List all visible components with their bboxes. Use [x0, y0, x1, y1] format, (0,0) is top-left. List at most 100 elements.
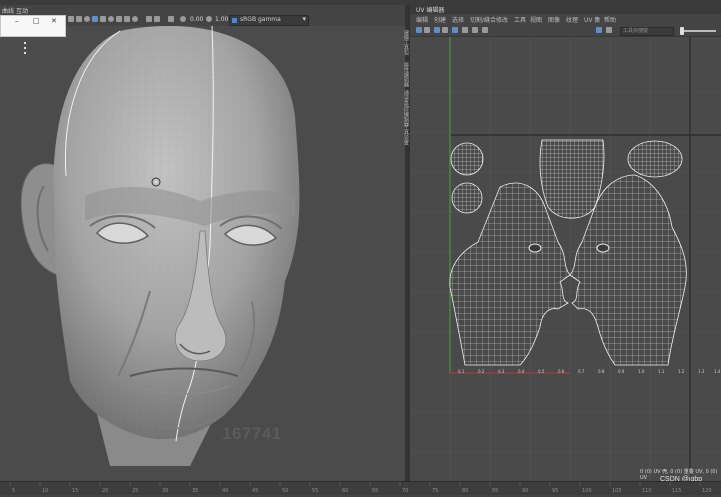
side-tabs: 建模工具包 属性编辑器 通道盒/层编辑器 工具设置 — [401, 30, 410, 150]
timeline-label: 75 — [432, 488, 439, 494]
timeline-label: 25 — [132, 488, 139, 494]
tab-tool-settings[interactable]: 工具设置 — [401, 125, 410, 145]
tab-modeling-toolkit[interactable]: 建模工具包 — [401, 30, 410, 55]
timeline-label: 30 — [162, 488, 169, 494]
resolution-gate-icon[interactable] — [146, 16, 152, 22]
uv-axis-labels: 0.1 0.2 0.3 0.4 0.5 0.6 0.7 0.8 0.9 1.0 … — [448, 369, 720, 377]
timeline-label: 105 — [612, 488, 622, 494]
uv-axis-label: 0.6 — [558, 369, 565, 374]
uv-axis-label: 0.5 — [538, 369, 545, 374]
uv-tool-search-field[interactable]: 工具快捷键 — [620, 27, 674, 36]
uv-axis-label: 0.3 — [498, 369, 505, 374]
uv-axis-label: 0.4 — [518, 369, 525, 374]
uv-checker-icon[interactable] — [442, 27, 448, 33]
perspective-viewport[interactable]: 167741 — [0, 26, 405, 481]
chevron-down-icon: ▾ — [302, 15, 306, 23]
uv-menu-bar: 编辑 创建 选择 切割/缝合 修改 工具 视图 图像 纹理 UV 集 帮助 — [410, 14, 721, 24]
timeline-label: 45 — [252, 488, 259, 494]
timeline-label: 115 — [672, 488, 682, 494]
color-space-label: sRGB gamma — [240, 16, 281, 23]
timeline-label: 55 — [312, 488, 319, 494]
timeline-label: 85 — [492, 488, 499, 494]
head-model — [20, 26, 300, 466]
menu-item-curves[interactable]: 曲线 — [2, 6, 14, 15]
uv-menu-select[interactable]: 选择 — [452, 15, 464, 24]
uv-toolbar — [410, 24, 721, 37]
exposure-field[interactable]: 0.00 — [190, 16, 203, 23]
uv-menu-image[interactable]: 图像 — [548, 15, 560, 24]
uv-axis-label: 1.3 — [698, 369, 705, 374]
uv-shaded-icon[interactable] — [434, 27, 440, 33]
color-space-dropdown[interactable]: sRGB gamma ▾ — [229, 15, 309, 26]
maximize-button[interactable]: □ — [33, 17, 40, 25]
isolate-icon[interactable] — [132, 16, 138, 22]
camera-icon[interactable] — [76, 16, 82, 22]
wireframe-icon[interactable] — [84, 16, 90, 22]
menu-item-interaction[interactable]: 互动 — [16, 6, 28, 15]
uv-menu-create[interactable]: 创建 — [434, 15, 446, 24]
uv-menu-cut-sew[interactable]: 切割/缝合 — [470, 15, 496, 24]
timeline-label: 95 — [552, 488, 559, 494]
uv-editor-canvas[interactable]: 0.1 0.2 0.3 0.4 0.5 0.6 0.7 0.8 0.9 1.0 … — [410, 37, 721, 481]
gamma-field[interactable]: 1.00 — [215, 16, 228, 23]
color-management-icon — [232, 18, 237, 23]
uv-axis-label: 0.9 — [618, 369, 625, 374]
watermark-text: 167741 — [222, 424, 282, 443]
uv-search-placeholder: 工具快捷键 — [623, 28, 649, 34]
uv-grid-icon[interactable] — [416, 27, 422, 33]
uv-distortion-icon[interactable] — [452, 27, 458, 33]
timeline-label: 120 — [702, 488, 712, 494]
timeline-label: 10 — [42, 488, 49, 494]
uv-menu-view[interactable]: 视图 — [530, 15, 542, 24]
uv-menu-edit[interactable]: 编辑 — [416, 15, 428, 24]
uv-menu-help[interactable]: 帮助 — [604, 15, 616, 24]
uv-menu-texture[interactable]: 纹理 — [566, 15, 578, 24]
uv-menu-tools[interactable]: 工具 — [514, 15, 526, 24]
timeline-label: 110 — [642, 488, 652, 494]
smooth-shade-icon[interactable] — [92, 16, 98, 22]
tab-channel-box[interactable]: 通道盒/层编辑器 — [401, 90, 410, 127]
timeline-label: 5 — [12, 488, 16, 494]
timeline-label: 50 — [282, 488, 289, 494]
uv-layout — [410, 37, 721, 481]
uv-axis-label: 0.1 — [458, 369, 465, 374]
uv-axis-label: 0.2 — [478, 369, 485, 374]
timeline-label: 100 — [582, 488, 592, 494]
uv-axis-label: 1.1 — [658, 369, 665, 374]
uv-image-icon[interactable] — [424, 27, 430, 33]
timeline-label: 35 — [192, 488, 199, 494]
exposure-icon[interactable] — [180, 16, 186, 22]
timeline-label: 20 — [102, 488, 109, 494]
timeline-label: 65 — [372, 488, 379, 494]
more-options-icon[interactable] — [24, 42, 27, 57]
gamma-icon[interactable] — [206, 16, 212, 22]
minimize-button[interactable]: – — [15, 17, 19, 25]
timeline-label: 70 — [402, 488, 409, 494]
close-button[interactable]: ✕ — [51, 17, 57, 25]
safe-frame-icon[interactable] — [154, 16, 160, 22]
time-slider[interactable]: 5 10 15 20 25 30 35 40 45 50 55 60 65 70… — [0, 481, 721, 495]
uv-axis-label: 1.2 — [678, 369, 685, 374]
uv-axis-label: 1.0 — [638, 369, 645, 374]
shadow-icon[interactable] — [116, 16, 122, 22]
uv-exposure-icon[interactable] — [606, 27, 612, 33]
hud-icon[interactable] — [168, 16, 174, 22]
uv-slider-handle[interactable] — [680, 27, 684, 35]
timeline-label: 80 — [462, 488, 469, 494]
grid-icon[interactable] — [68, 16, 74, 22]
uv-color-icon[interactable] — [596, 27, 602, 33]
texture-icon[interactable] — [100, 16, 106, 22]
xray-icon[interactable] — [124, 16, 130, 22]
uv-menu-modify[interactable]: 修改 — [496, 15, 508, 24]
timeline-label: 60 — [342, 488, 349, 494]
uv-snapshot-icon[interactable] — [472, 27, 478, 33]
uv-border-icon[interactable] — [462, 27, 468, 33]
timeline-label: 15 — [72, 488, 79, 494]
light-icon[interactable] — [108, 16, 114, 22]
timeline-label: 90 — [522, 488, 529, 494]
floating-window[interactable]: – □ ✕ — [0, 15, 66, 37]
uv-brightness-slider[interactable] — [682, 30, 716, 32]
uv-copy-icon[interactable] — [482, 27, 488, 33]
uv-menu-uv-set[interactable]: UV 集 — [584, 15, 600, 24]
tab-attribute-editor[interactable]: 属性编辑器 — [401, 62, 410, 87]
